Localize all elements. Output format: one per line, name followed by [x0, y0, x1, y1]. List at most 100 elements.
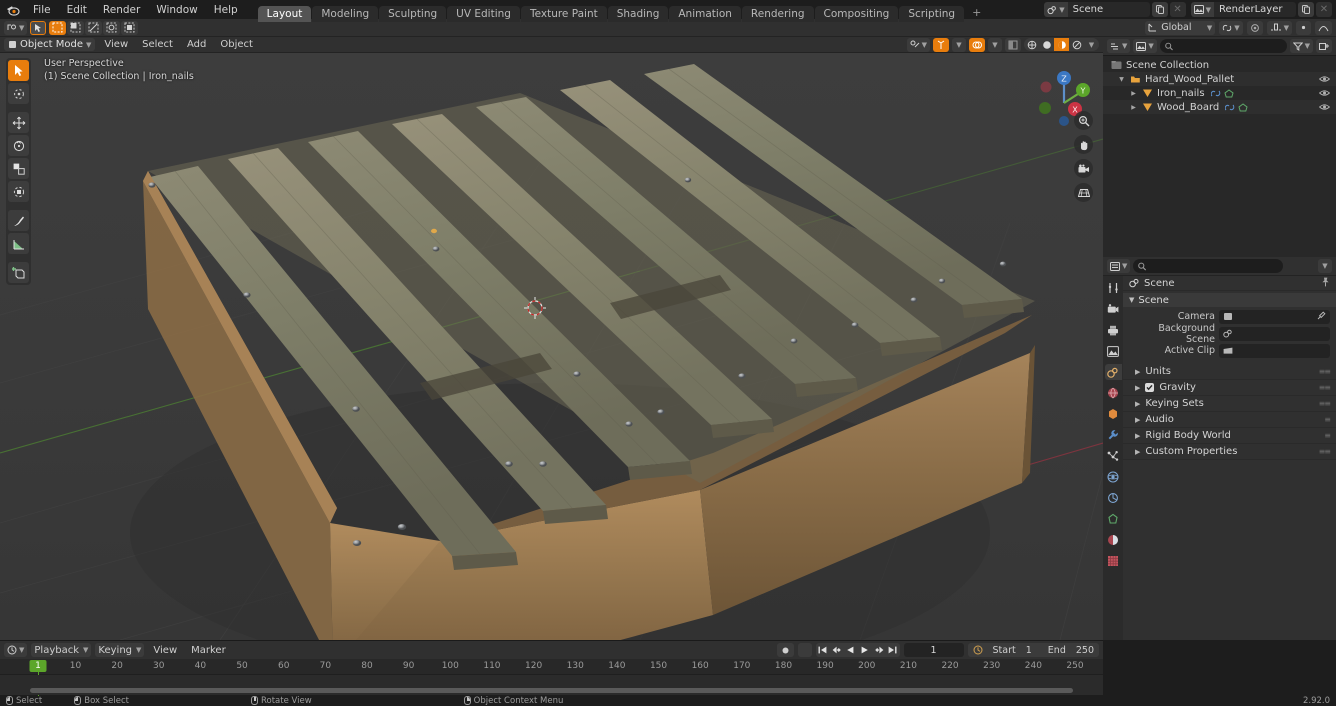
- keying-sets-section[interactable]: ▶ Keying Sets ≡≡: [1123, 396, 1336, 412]
- delete-scene-button[interactable]: ✕: [1169, 2, 1186, 17]
- tab-compositing[interactable]: Compositing: [814, 6, 899, 22]
- keying-dropdown[interactable]: Keying ▼: [95, 643, 145, 657]
- viewlayer-selector[interactable]: ▼ RenderLayer: [1190, 2, 1296, 17]
- jump-to-end-button[interactable]: [886, 643, 900, 657]
- select-new-button[interactable]: [49, 20, 67, 35]
- timeline-body[interactable]: [0, 675, 1103, 695]
- data-tab[interactable]: [1105, 511, 1122, 527]
- properties-search-box[interactable]: [1133, 259, 1284, 273]
- outliner-row-wood-board[interactable]: ▶ Wood_Board: [1103, 100, 1336, 114]
- jump-to-next-keyframe-button[interactable]: [872, 643, 886, 657]
- timeline-playhead[interactable]: 1: [29, 660, 47, 672]
- visibility-eye-icon[interactable]: [1319, 89, 1330, 97]
- visibility-eye-icon[interactable]: [1319, 75, 1330, 83]
- outliner-row-iron-nails[interactable]: ▶ Iron_nails: [1103, 86, 1336, 100]
- playback-dropdown[interactable]: Playback ▼: [31, 643, 92, 657]
- object-type-visibility-button[interactable]: ▼: [906, 37, 930, 52]
- viewport-menu-object[interactable]: Object: [215, 39, 258, 50]
- gravity-section[interactable]: ▶ Gravity ≡≡: [1123, 380, 1336, 396]
- outliner-search-box[interactable]: [1159, 39, 1287, 53]
- menu-help[interactable]: Help: [206, 2, 246, 18]
- proportional-edit-button[interactable]: [1246, 20, 1263, 35]
- tab-shading[interactable]: Shading: [607, 6, 669, 22]
- add-cube-tool[interactable]: [8, 262, 29, 283]
- eyedropper-icon[interactable]: [1317, 310, 1326, 323]
- snap-toggle-button[interactable]: ▼: [1219, 20, 1243, 35]
- camera-field[interactable]: [1219, 309, 1330, 324]
- menu-window[interactable]: Window: [148, 2, 205, 18]
- menu-edit[interactable]: Edit: [59, 2, 95, 18]
- new-scene-button[interactable]: [1151, 2, 1168, 17]
- outliner-filter-button[interactable]: ▼: [1289, 39, 1313, 53]
- tab-rendering[interactable]: Rendering: [741, 6, 814, 22]
- rotate-tool[interactable]: [8, 135, 29, 156]
- viewlayer-tab[interactable]: [1105, 343, 1122, 359]
- select-intersect-button[interactable]: [121, 20, 139, 35]
- tab-animation[interactable]: Animation: [669, 6, 741, 22]
- viewlayer-icon[interactable]: ▼: [1190, 2, 1214, 17]
- menu-file[interactable]: File: [25, 2, 59, 18]
- outliner-display-mode-button[interactable]: ▼: [1133, 39, 1157, 53]
- jump-to-start-button[interactable]: [816, 643, 830, 657]
- shading-rendered-button[interactable]: [1069, 38, 1084, 51]
- scale-tool[interactable]: [8, 158, 29, 179]
- tool-tab[interactable]: [1105, 280, 1122, 296]
- keying-options-button[interactable]: [797, 643, 812, 657]
- rigid-body-world-section[interactable]: ▶ Rigid Body World ≡: [1123, 428, 1336, 444]
- snap-target-button[interactable]: [1296, 20, 1311, 35]
- jump-to-prev-keyframe-button[interactable]: [830, 643, 844, 657]
- transform-tool[interactable]: [8, 181, 29, 202]
- camera-icon[interactable]: [1074, 159, 1093, 178]
- select-tool-button[interactable]: [30, 20, 47, 35]
- shading-options-button[interactable]: ▼: [1084, 38, 1099, 51]
- pin-icon[interactable]: [1321, 277, 1330, 290]
- particles-tab[interactable]: [1105, 448, 1122, 464]
- select-extend-button[interactable]: [67, 20, 85, 35]
- background-scene-field[interactable]: [1219, 326, 1330, 341]
- xray-toggle-button[interactable]: [1005, 37, 1021, 52]
- gravity-checkbox[interactable]: [1145, 383, 1155, 392]
- object-tab[interactable]: [1105, 406, 1122, 422]
- show-overlays-button[interactable]: [969, 37, 985, 52]
- properties-editor-type-button[interactable]: ▼: [1107, 259, 1131, 273]
- transform-orientation-dropdown[interactable]: Global ▼: [1145, 20, 1216, 35]
- measure-tool[interactable]: [8, 233, 29, 254]
- select-invert-button[interactable]: [103, 20, 121, 35]
- timeline-editor-type-button[interactable]: ▼: [4, 643, 28, 657]
- world-tab[interactable]: [1105, 385, 1122, 401]
- audio-section[interactable]: ▶ Audio ≡: [1123, 412, 1336, 428]
- timeline-menu-marker[interactable]: Marker: [186, 645, 231, 656]
- gizmo-options-button[interactable]: ▼: [952, 37, 966, 52]
- viewport-menu-view[interactable]: View: [99, 39, 133, 50]
- timeline-ruler[interactable]: 10 20 30 40 50 60 70 80 90 100 110 120 130 140 150 160 1…: [0, 659, 1103, 696]
- select-subtract-button[interactable]: [85, 20, 103, 35]
- object-mode-dropdown[interactable]: Object Mode ▼: [4, 38, 96, 51]
- pan-hand-icon[interactable]: [1074, 135, 1093, 154]
- shading-wireframe-button[interactable]: [1024, 38, 1039, 51]
- tab-modeling[interactable]: Modeling: [312, 6, 379, 22]
- show-gizmo-button[interactable]: [933, 37, 949, 52]
- visibility-eye-icon[interactable]: [1319, 103, 1330, 111]
- annotate-tool[interactable]: [8, 210, 29, 231]
- outliner-row-scene-collection[interactable]: Scene Collection: [1103, 58, 1336, 72]
- grid-ortho-icon[interactable]: [1074, 183, 1093, 202]
- viewport-menu-add[interactable]: Add: [182, 39, 211, 50]
- blender-logo-icon[interactable]: [4, 2, 21, 17]
- constraints-tab[interactable]: [1105, 490, 1122, 506]
- new-viewlayer-button[interactable]: [1298, 2, 1314, 17]
- select-box-tool[interactable]: [8, 60, 29, 81]
- timeline-menu-view[interactable]: View: [148, 645, 182, 656]
- properties-options-button[interactable]: ▼: [1318, 259, 1332, 273]
- delete-viewlayer-button[interactable]: ✕: [1316, 2, 1332, 17]
- outliner-new-collection-button[interactable]: [1316, 39, 1332, 53]
- play-button[interactable]: [858, 643, 872, 657]
- cursor-tool[interactable]: [8, 83, 29, 104]
- tab-texture-paint[interactable]: Texture Paint: [520, 6, 607, 22]
- outliner-search-input[interactable]: [1176, 40, 1282, 52]
- custom-properties-section[interactable]: ▶ Custom Properties ≡≡: [1123, 444, 1336, 460]
- tab-uv-editing[interactable]: UV Editing: [447, 6, 520, 22]
- move-tool[interactable]: [8, 112, 29, 133]
- material-tab[interactable]: [1105, 532, 1122, 548]
- outliner-editor-type-button[interactable]: ▼: [1107, 39, 1131, 53]
- modifier-tab[interactable]: [1105, 427, 1122, 443]
